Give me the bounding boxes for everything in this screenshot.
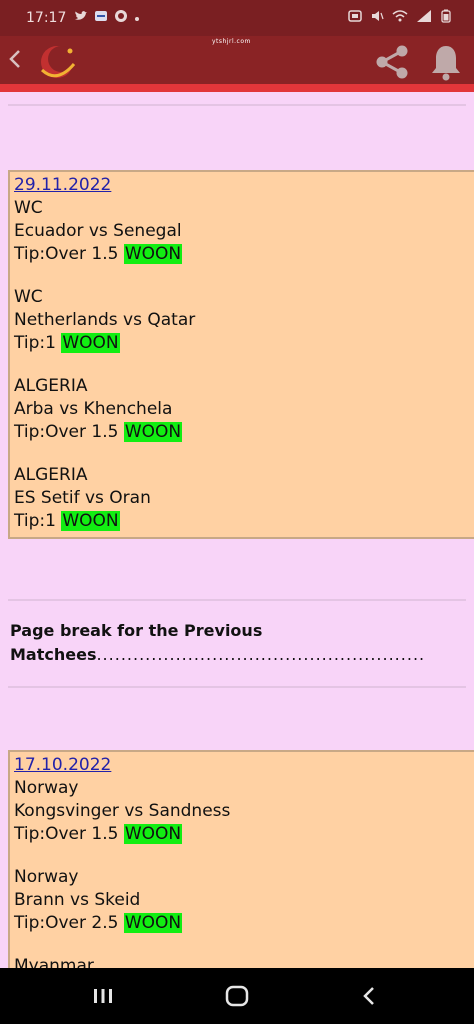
- tip-line: Tip:1 WOON: [14, 332, 474, 355]
- battery-icon: [440, 9, 452, 27]
- tip-entry: ALGERIA ES Setif vs Oran Tip:1 WOON: [14, 464, 474, 533]
- recent-apps-icon[interactable]: [92, 986, 114, 1010]
- page-break-line2: Matchees: [10, 645, 97, 664]
- volume-icon: [370, 9, 384, 27]
- date-link[interactable]: 17.10.2022: [14, 754, 474, 777]
- won-badge: WOON: [123, 913, 183, 933]
- league-label: Norway: [14, 778, 79, 798]
- league-label: WC: [14, 198, 43, 218]
- tip-line: Tip:1 WOON: [14, 510, 474, 533]
- match-label: Arba vs Khenchela: [14, 399, 173, 419]
- won-badge: WOON: [123, 422, 183, 442]
- nav-back-icon[interactable]: [360, 985, 378, 1011]
- match-label: ES Setif vs Oran: [14, 488, 151, 508]
- url-text: ytshjrl.com: [212, 38, 251, 45]
- tip-line: Tip:Over 1.5 WOON: [14, 421, 474, 444]
- won-badge: WOON: [61, 511, 120, 531]
- match-label: Ecuador vs Senegal: [14, 221, 182, 241]
- navigation-bar: [0, 968, 474, 1024]
- notification-icon: [348, 9, 362, 27]
- twitter-icon: [74, 10, 88, 26]
- tips-card-2: 17.10.2022 Norway Kongsvinger vs Sandnes…: [8, 750, 474, 968]
- won-badge: WOON: [61, 333, 120, 353]
- tip-label: Tip:1: [14, 511, 56, 531]
- divider: [8, 104, 466, 106]
- tip-entry: Myanmar: [14, 955, 474, 968]
- tip-entry: ALGERIA Arba vs Khenchela Tip:Over 1.5 W…: [14, 375, 474, 444]
- app-icon: [94, 10, 108, 26]
- wifi-icon: [392, 9, 408, 27]
- tip-entry: WC Netherlands vs Qatar Tip:1 WOON: [14, 286, 474, 355]
- tip-entry: Norway Brann vs Skeid Tip:Over 2.5 WOON: [14, 866, 474, 935]
- date-link[interactable]: 29.11.2022: [14, 174, 474, 197]
- status-bar: 17:17: [0, 0, 474, 36]
- league-label: ALGERIA: [14, 465, 88, 485]
- page-break-line1: Page break for the Previous: [10, 621, 263, 640]
- divider: [8, 599, 466, 601]
- page-break-text: Page break for the Previous Matchees....…: [10, 619, 470, 667]
- won-badge: WOON: [123, 824, 183, 844]
- tip-line: Tip:Over 2.5 WOON: [14, 912, 474, 935]
- dot-icon: [134, 11, 140, 26]
- match-label: Brann vs Skeid: [14, 890, 141, 910]
- won-badge: WOON: [123, 244, 183, 264]
- back-icon[interactable]: [8, 48, 22, 76]
- status-time: 17:17: [26, 10, 67, 26]
- whatsapp-icon: [114, 9, 128, 27]
- home-icon[interactable]: [224, 984, 250, 1012]
- league-label: Myanmar: [14, 956, 94, 968]
- tip-entry: WC Ecuador vs Senegal Tip:Over 1.5 WOON: [14, 197, 474, 266]
- tip-label: Tip:Over 1.5: [14, 824, 119, 844]
- page-break-dots: ........................................…: [96, 645, 426, 664]
- signal-icon: [416, 9, 432, 27]
- tip-label: Tip:1: [14, 333, 56, 353]
- league-label: ALGERIA: [14, 376, 88, 396]
- tip-line: Tip:Over 1.5 WOON: [14, 243, 474, 266]
- status-left-icons: [74, 9, 140, 27]
- appbar-accent-line: [0, 84, 474, 92]
- tip-label: Tip:Over 1.5: [14, 244, 119, 264]
- tip-entry: Norway Kongsvinger vs Sandness Tip:Over …: [14, 777, 474, 846]
- status-right-icons: [348, 9, 452, 27]
- tip-line: Tip:Over 1.5 WOON: [14, 823, 474, 846]
- league-label: Norway: [14, 867, 79, 887]
- bell-icon[interactable]: [428, 42, 464, 86]
- divider: [8, 686, 466, 688]
- share-icon[interactable]: [372, 42, 412, 86]
- match-label: Kongsvinger vs Sandness: [14, 801, 231, 821]
- app-bar: ytshjrl.com: [0, 36, 474, 84]
- tip-label: Tip:Over 1.5: [14, 422, 119, 442]
- content-area[interactable]: 29.11.2022 WC Ecuador vs Senegal Tip:Ove…: [0, 92, 474, 968]
- logo-icon: [30, 40, 84, 82]
- match-label: Netherlands vs Qatar: [14, 310, 196, 330]
- tip-label: Tip:Over 2.5: [14, 913, 119, 933]
- tips-card-1: 29.11.2022 WC Ecuador vs Senegal Tip:Ove…: [8, 170, 474, 539]
- league-label: WC: [14, 287, 43, 307]
